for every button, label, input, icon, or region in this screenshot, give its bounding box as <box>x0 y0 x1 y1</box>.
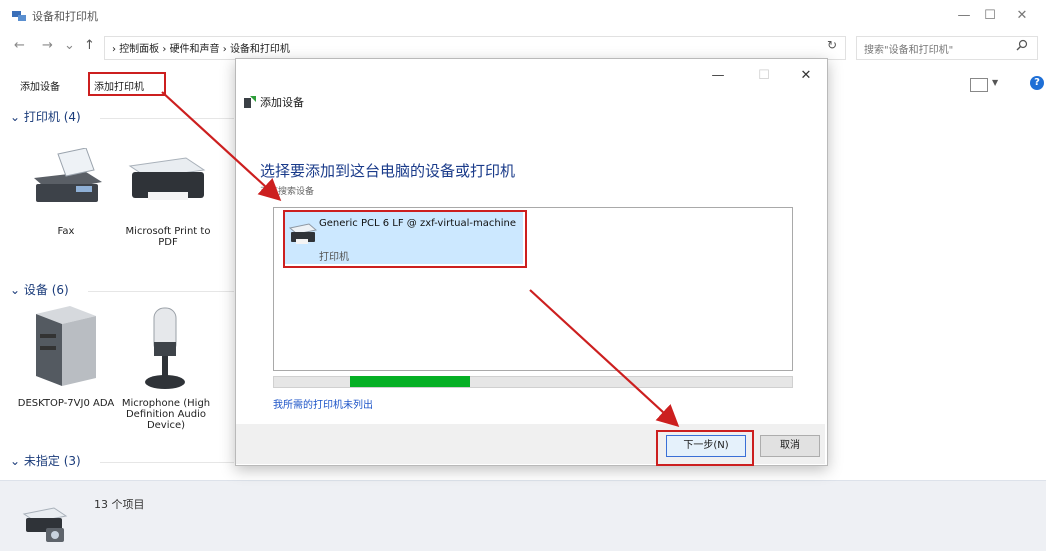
annotation-arrows <box>161 91 680 427</box>
annotation-arrow-to-next-button <box>529 289 680 427</box>
annotation-arrow-to-device-item <box>161 91 282 201</box>
